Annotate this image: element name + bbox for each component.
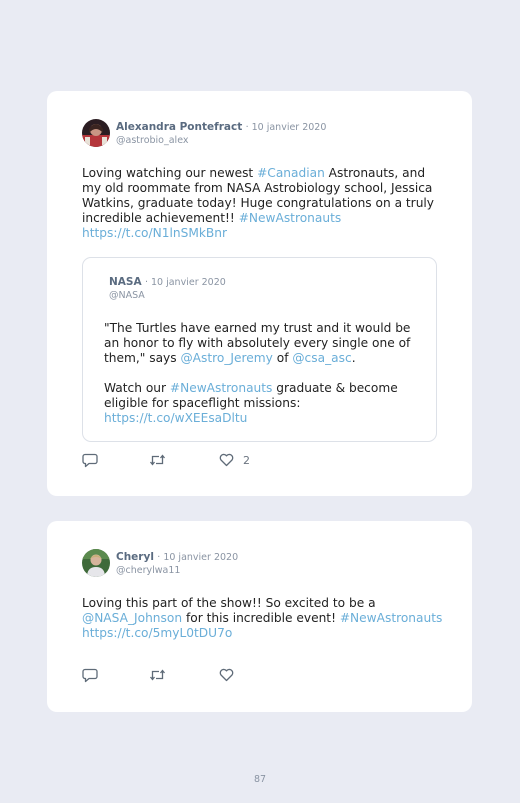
tweet-text-part: Loving this part of the show!! So excite… — [82, 596, 376, 610]
tweet-date[interactable]: · 10 janvier 2020 — [246, 122, 327, 133]
retweet-icon — [149, 668, 166, 682]
page-number: 87 — [253, 774, 267, 785]
quoted-text-part: Watch our — [104, 381, 170, 395]
hashtag-link[interactable]: #NewAstronauts — [239, 211, 342, 225]
author-handle[interactable]: @astrobio_alex — [116, 135, 189, 146]
retweet-button[interactable] — [149, 453, 166, 467]
mention-link[interactable]: @Astro_Jeremy — [180, 351, 272, 365]
reply-button[interactable] — [82, 453, 98, 468]
like-button[interactable]: 2 — [219, 453, 250, 467]
hashtag-link[interactable]: #NewAstronauts — [340, 611, 443, 625]
hashtag-link[interactable]: #NewAstronauts — [170, 381, 273, 395]
tweet-text-part: Loving watching our newest — [82, 166, 258, 180]
like-button[interactable] — [219, 668, 234, 682]
mention-link[interactable]: @NASA_Johnson — [82, 611, 182, 625]
author-name[interactable]: Cheryl — [116, 551, 154, 563]
quoted-tweet-text: "The Turtles have earned my trust and it… — [104, 321, 424, 426]
tweet-actions: 2 — [82, 453, 282, 469]
like-count: 2 — [243, 453, 250, 467]
tweet-card: Alexandra Pontefract · 10 janvier 2020 @… — [47, 91, 472, 496]
tweet-actions — [82, 668, 282, 684]
quoted-url-link[interactable]: https://t.co/wXEEsaDltu — [104, 411, 247, 425]
reply-icon — [82, 668, 98, 683]
reply-button[interactable] — [82, 668, 98, 683]
tweet-card: Cheryl · 10 janvier 2020 @cherylwa11 Lov… — [47, 521, 472, 712]
quoted-text-part: of — [272, 351, 293, 365]
tweet-url-link[interactable]: https://t.co/5myL0tDU7o — [82, 626, 232, 640]
quoted-author-handle[interactable]: @NASA — [109, 290, 145, 301]
like-icon — [219, 453, 234, 467]
avatar[interactable] — [82, 549, 110, 577]
quoted-tweet-date[interactable]: · 10 janvier 2020 — [145, 277, 226, 288]
tweet-text: Loving watching our newest #Canadian Ast… — [82, 166, 442, 241]
author-handle[interactable]: @cherylwa11 — [116, 565, 180, 576]
tweet-url-link[interactable]: https://t.co/N1lnSMkBnr — [82, 226, 227, 240]
hashtag-link[interactable]: #Canadian — [257, 166, 325, 180]
reply-icon — [82, 453, 98, 468]
tweet-text: Loving this part of the show!! So excite… — [82, 596, 447, 641]
like-icon — [219, 668, 234, 682]
quoted-tweet[interactable]: NASA · 10 janvier 2020 @NASA "The Turtle… — [82, 257, 437, 442]
mention-link[interactable]: @csa_asc — [292, 351, 351, 365]
retweet-button[interactable] — [149, 668, 166, 682]
quoted-author-name[interactable]: NASA — [109, 276, 142, 288]
retweet-icon — [149, 453, 166, 467]
avatar[interactable] — [82, 119, 110, 147]
tweet-date[interactable]: · 10 janvier 2020 — [157, 552, 238, 563]
tweet-text-part: for this incredible event! — [182, 611, 340, 625]
author-name[interactable]: Alexandra Pontefract — [116, 121, 242, 133]
quoted-text-part: . — [351, 351, 356, 365]
